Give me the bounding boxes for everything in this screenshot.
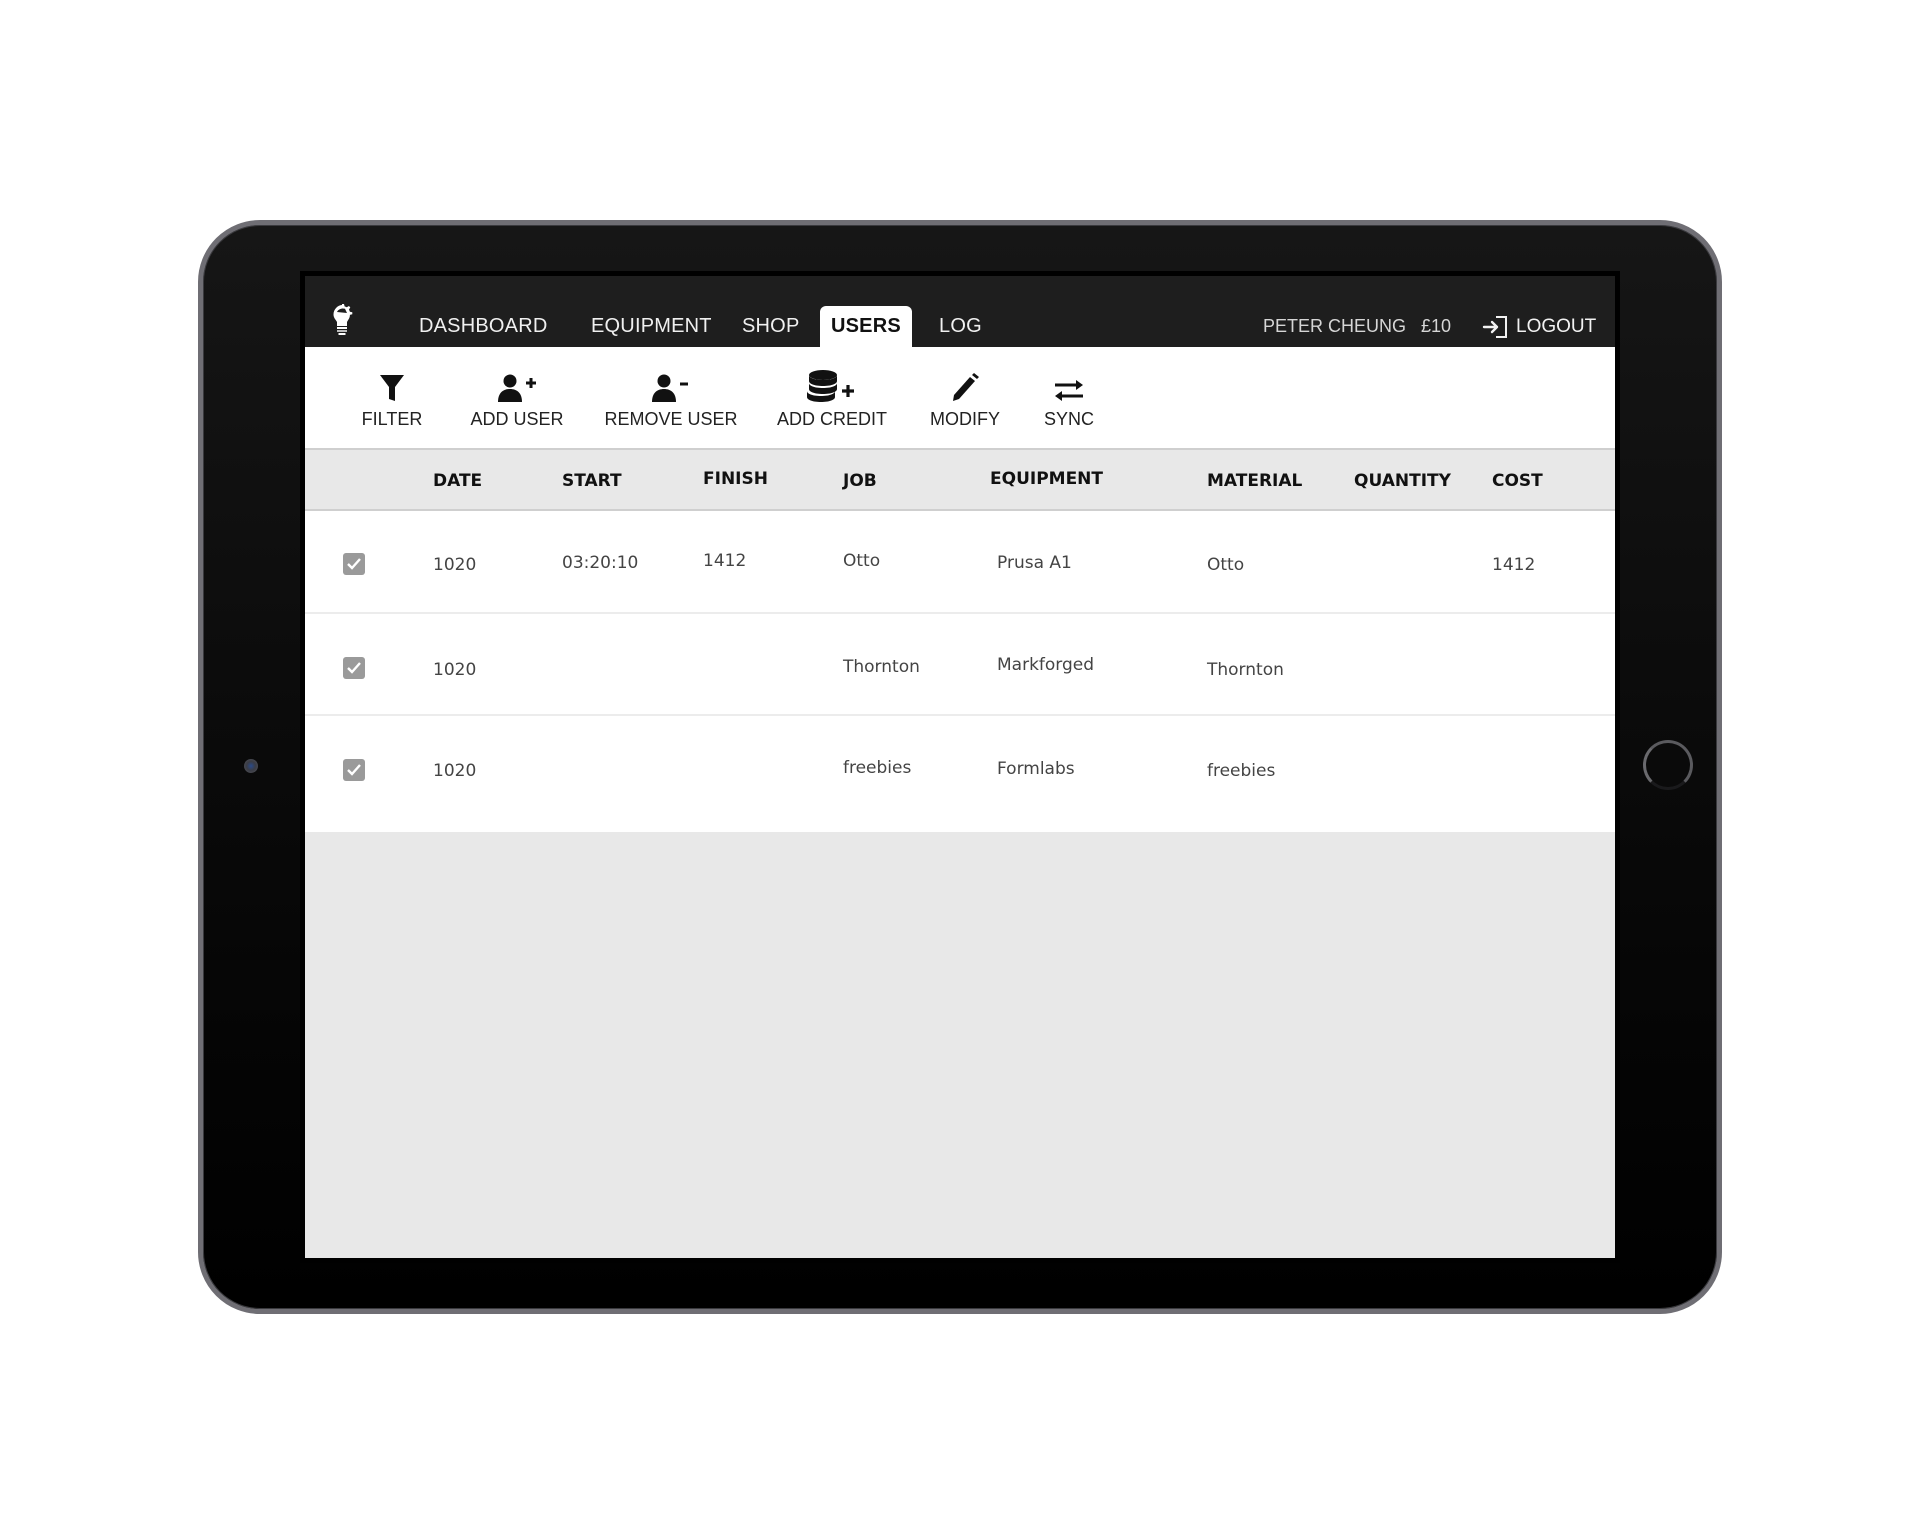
- cell-job: freebies: [843, 758, 912, 778]
- cell-material: freebies: [1207, 761, 1276, 781]
- cell-equipment: Prusa A1: [997, 553, 1072, 573]
- app-screen: DASHBOARD EQUIPMENT SHOP USERS LOG PETER…: [305, 276, 1615, 1258]
- column-header-quantity[interactable]: QUANTITY: [1354, 471, 1451, 491]
- tab-log[interactable]: LOG: [939, 306, 982, 347]
- cell-material: Thornton: [1207, 660, 1284, 680]
- current-user-name: PETER CHEUNG: [1263, 316, 1407, 336]
- table-header: DATE START FINISH JOB EQUIPMENT MATERIAL…: [305, 450, 1615, 511]
- column-header-date[interactable]: DATE: [433, 471, 482, 491]
- column-header-equipment[interactable]: EQUIPMENT: [990, 469, 1103, 489]
- tab-equipment[interactable]: EQUIPMENT: [591, 306, 712, 347]
- front-camera: [244, 759, 258, 773]
- cell-finish: 1412: [703, 551, 747, 571]
- column-header-material[interactable]: MATERIAL: [1207, 471, 1302, 491]
- empty-table-area: [305, 832, 1615, 1258]
- checkmark-icon: [347, 662, 361, 674]
- home-button[interactable]: [1643, 740, 1693, 790]
- sync-label: SYNC: [1043, 409, 1094, 429]
- sync-button[interactable]: SYNC: [994, 357, 1144, 430]
- pencil-icon: [953, 373, 979, 401]
- tab-shop[interactable]: SHOP: [742, 306, 799, 347]
- top-nav-bar: DASHBOARD EQUIPMENT SHOP USERS LOG PETER…: [305, 276, 1615, 347]
- user-plus-icon: [498, 374, 536, 402]
- column-header-cost[interactable]: COST: [1492, 471, 1543, 491]
- coins-plus-icon: [807, 370, 854, 402]
- table-row[interactable]: 1020 Thornton Markforged Thornton: [305, 614, 1615, 716]
- credit-balance: £10: [1421, 316, 1452, 336]
- checkmark-icon: [347, 764, 361, 776]
- add-credit-button[interactable]: ADD CREDIT: [757, 357, 907, 430]
- user-minus-icon: [652, 374, 688, 402]
- add-credit-label: ADD CREDIT: [776, 409, 887, 429]
- cell-date: 1020: [433, 761, 477, 781]
- remove-user-button[interactable]: REMOVE USER: [596, 357, 746, 430]
- row-checkbox[interactable]: [343, 553, 365, 575]
- remove-user-label: REMOVE USER: [604, 409, 738, 429]
- add-user-label: ADD USER: [470, 409, 564, 429]
- logout-button[interactable]: LOGOUT: [1482, 306, 1596, 347]
- filter-icon: [380, 375, 404, 401]
- cell-job: Otto: [843, 551, 881, 571]
- cell-cost: 1412: [1492, 555, 1536, 575]
- action-toolbar: FILTER ADD USER REMOVE USER ADD CREDIT M…: [305, 347, 1615, 450]
- add-user-button[interactable]: ADD USER: [442, 357, 592, 430]
- cell-date: 1020: [433, 660, 477, 680]
- table-row[interactable]: 1020 freebies Formlabs freebies: [305, 716, 1615, 832]
- sync-arrows-icon: [1055, 380, 1083, 401]
- cell-material: Otto: [1207, 555, 1245, 575]
- cell-start: 03:20:10: [562, 553, 639, 573]
- lightbulb-gear-logo-icon[interactable]: [327, 302, 357, 336]
- logout-label: LOGOUT: [1516, 315, 1597, 337]
- column-header-start[interactable]: START: [562, 471, 622, 491]
- column-header-job[interactable]: JOB: [843, 471, 877, 491]
- column-header-finish[interactable]: FINISH: [703, 469, 768, 489]
- row-checkbox[interactable]: [343, 657, 365, 679]
- table-row[interactable]: 1020 03:20:10 1412 Otto Prusa A1 Otto 14…: [305, 511, 1615, 614]
- tab-dashboard[interactable]: DASHBOARD: [419, 306, 548, 347]
- cell-date: 1020: [433, 555, 477, 575]
- checkmark-icon: [347, 558, 361, 570]
- cell-job: Thornton: [843, 657, 920, 677]
- cell-equipment: Formlabs: [997, 759, 1075, 779]
- cell-equipment: Markforged: [997, 655, 1095, 675]
- row-checkbox[interactable]: [343, 759, 365, 781]
- table-body: 1020 03:20:10 1412 Otto Prusa A1 Otto 14…: [305, 511, 1615, 832]
- tab-users[interactable]: USERS: [820, 306, 912, 347]
- logout-icon: [1482, 315, 1507, 338]
